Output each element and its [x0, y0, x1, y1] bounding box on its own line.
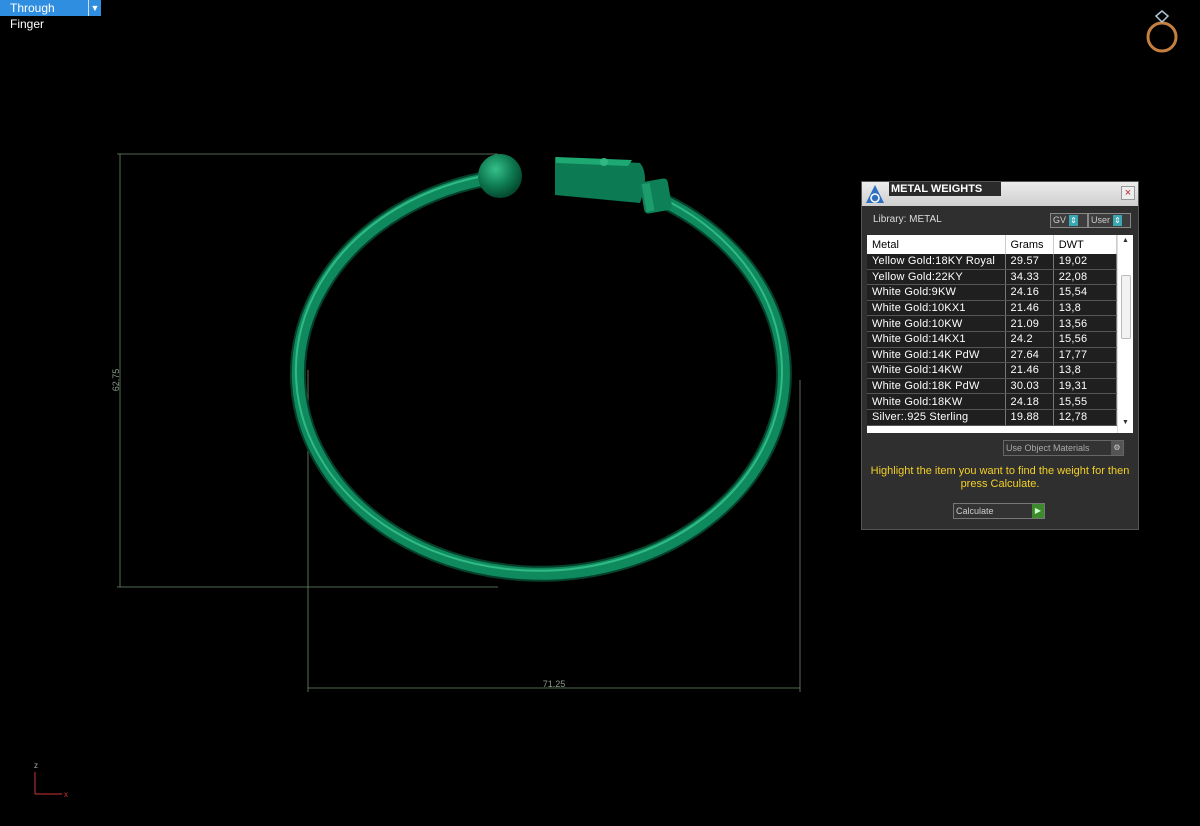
use-object-materials-button[interactable]: Use Object Materials ⚙: [1003, 440, 1124, 456]
close-icon[interactable]: ×: [1121, 186, 1135, 200]
ring-icon[interactable]: [1143, 8, 1181, 56]
metal-cell: Silver:.925 Sterling: [867, 409, 1006, 426]
metal-cell: White Gold:9KW: [867, 284, 1006, 301]
metal-cell: White Gold:18K PdW: [867, 378, 1006, 395]
gv-button[interactable]: GV ⇕: [1050, 213, 1088, 228]
metal-table[interactable]: Metal Grams DWT Yellow Gold:18KY Royal 29…: [867, 235, 1133, 433]
user-button[interactable]: User ⇕: [1088, 213, 1131, 228]
width-dimension-label: 71.25: [543, 679, 566, 689]
axis-z-label: z: [34, 761, 38, 770]
instruction-text: Highlight the item you want to find the …: [870, 465, 1130, 490]
grams-cell: 34.33: [1005, 269, 1054, 286]
axis-indicator: z x: [34, 761, 68, 799]
panel-title: METAL WEIGHTS: [889, 182, 1001, 196]
calculate-button[interactable]: Calculate ▶: [953, 503, 1045, 519]
scroll-thumb[interactable]: [1121, 275, 1131, 339]
toggle-icon: ⇕: [1069, 215, 1079, 226]
table-row[interactable]: White Gold:14K PdW 27.64 17,77: [867, 347, 1118, 364]
metal-cell: White Gold:14K PdW: [867, 347, 1006, 364]
metal-cell: White Gold:10KX1: [867, 300, 1006, 317]
panel-titlebar[interactable]: METAL WEIGHTS ×: [862, 182, 1138, 206]
play-icon: ▶: [1032, 504, 1044, 518]
dwt-cell: 15,55: [1053, 393, 1118, 410]
table-row[interactable]: Silver:.925 Sterling 19.88 12,78: [867, 409, 1118, 426]
dwt-cell: 19,02: [1053, 254, 1118, 270]
table-row[interactable]: White Gold:18K PdW 30.03 19,31: [867, 378, 1118, 395]
column-header-grams[interactable]: Grams: [1005, 235, 1054, 254]
grams-cell: 21.09: [1005, 315, 1054, 332]
table-row[interactable]: White Gold:10KX1 21.46 13,8: [867, 300, 1118, 317]
metal-cell: White Gold:14KX1: [867, 331, 1006, 348]
dwt-cell: 19,31: [1053, 378, 1118, 395]
table-row[interactable]: White Gold:9KW 24.16 15,54: [867, 284, 1118, 301]
grams-cell: 24.18: [1005, 393, 1054, 410]
app-logo-icon: [866, 185, 884, 203]
metal-cell: White Gold:10KW: [867, 315, 1006, 332]
user-label: User: [1091, 215, 1111, 225]
dwt-cell: 17,77: [1053, 347, 1118, 364]
grams-cell: 21.46: [1005, 300, 1054, 317]
grams-cell: 24.16: [1005, 284, 1054, 301]
grams-cell: 19.88: [1005, 409, 1054, 426]
use-object-materials-label: Use Object Materials: [1006, 443, 1090, 453]
dwt-cell: 15,56: [1053, 331, 1118, 348]
metal-cell: White Gold:14KW: [867, 362, 1006, 379]
gv-label: GV: [1053, 215, 1067, 225]
metal-cell: Yellow Gold:22KY: [867, 269, 1006, 286]
metal-weights-panel: METAL WEIGHTS × Library: METAL GV ⇕ User ⇕…: [861, 181, 1139, 530]
grams-cell: 24.2: [1005, 331, 1054, 348]
axis-x-label: x: [64, 790, 68, 799]
dimension-lines: [117, 153, 801, 692]
metal-cell: White Gold:18KW: [867, 393, 1006, 410]
grams-cell: 27.64: [1005, 347, 1054, 364]
dwt-cell: 22,08: [1053, 269, 1118, 286]
toggle-icon: ⇕: [1113, 215, 1123, 226]
library-label: Library: METAL: [873, 214, 942, 225]
table-row[interactable]: White Gold:10KW 21.09 13,56: [867, 315, 1118, 332]
dwt-cell: 13,8: [1053, 362, 1118, 379]
table-row[interactable]: White Gold:18KW 24.18 15,55: [867, 393, 1118, 410]
scroll-up-icon[interactable]: ▲: [1118, 237, 1133, 249]
gear-icon: ⚙: [1111, 441, 1123, 455]
dwt-cell: 13,8: [1053, 300, 1118, 317]
table-row[interactable]: Yellow Gold:18KY Royal 29.57 19,02: [867, 254, 1118, 270]
bracelet-model[interactable]: [289, 154, 792, 582]
calculate-label: Calculate: [956, 506, 994, 516]
table-scrollbar[interactable]: ▲ ▼: [1117, 235, 1133, 433]
grams-cell: 21.46: [1005, 362, 1054, 379]
table-row[interactable]: White Gold:14KX1 24.2 15,56: [867, 331, 1118, 348]
grams-cell: 29.57: [1005, 254, 1054, 270]
column-header-metal[interactable]: Metal: [867, 235, 1006, 254]
metal-cell: Yellow Gold:18KY Royal: [867, 254, 1006, 270]
height-dimension-label: 62.75: [111, 369, 121, 392]
column-header-dwt[interactable]: DWT: [1053, 235, 1118, 254]
scroll-down-icon[interactable]: ▼: [1118, 419, 1133, 431]
dwt-cell: 15,54: [1053, 284, 1118, 301]
grams-cell: 30.03: [1005, 378, 1054, 395]
table-row[interactable]: Yellow Gold:22KY 34.33 22,08: [867, 269, 1118, 286]
dwt-cell: 12,78: [1053, 409, 1118, 426]
dwt-cell: 13,56: [1053, 315, 1118, 332]
table-row[interactable]: White Gold:14KW 21.46 13,8: [867, 362, 1118, 379]
